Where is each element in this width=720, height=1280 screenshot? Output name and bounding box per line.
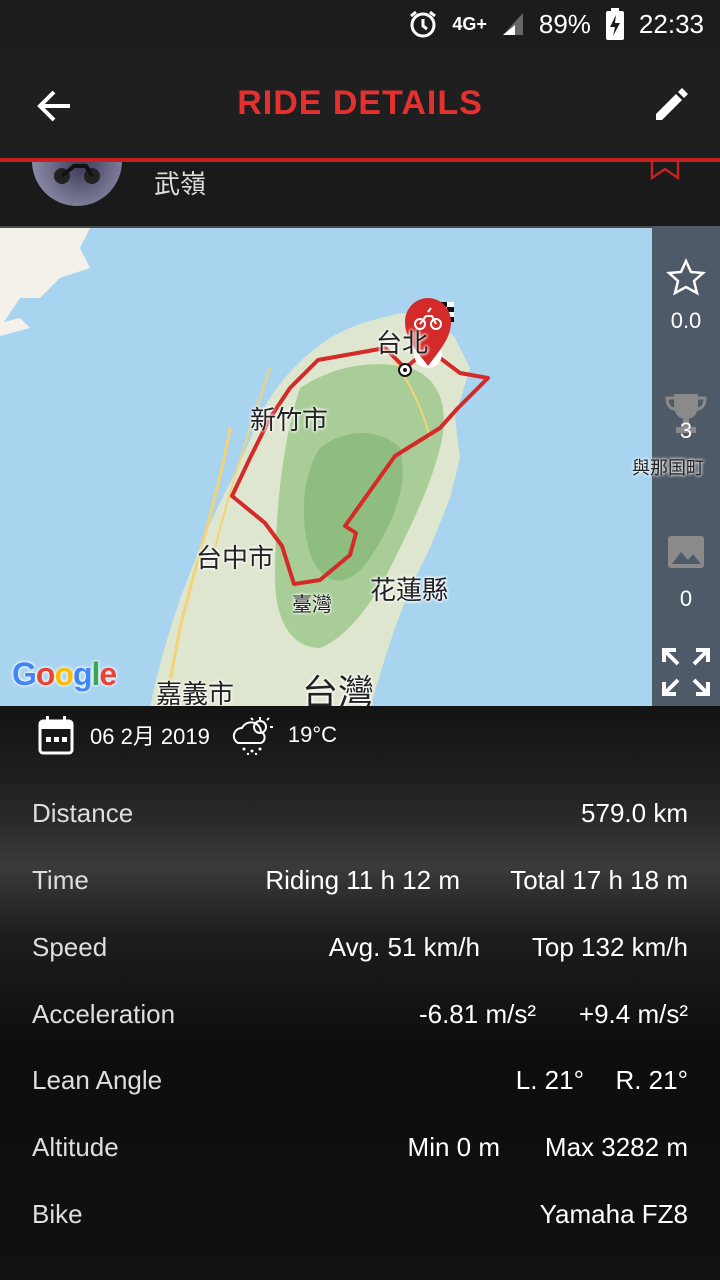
date-weather-row: 06 2月 2019 19°C	[0, 706, 720, 764]
distance-label: Distance	[32, 798, 134, 828]
motorcycle-icon	[54, 164, 100, 184]
lean-right: R. 21°	[615, 1065, 688, 1095]
bike-label: Bike	[32, 1199, 83, 1229]
acceleration-label: Acceleration	[32, 999, 176, 1029]
route-map[interactable]: 台北 新竹市 台中市 臺灣 花蓮縣 嘉義市 台灣 Google	[0, 226, 652, 708]
lean-angle-row: Lean Angle L. 21° R. 21°	[0, 1045, 720, 1111]
top-speed: Top 132 km/h	[531, 932, 688, 962]
star-icon	[665, 257, 707, 296]
bike-row: Bike Yamaha FZ8	[0, 1179, 720, 1245]
map-label-hsinchu: 新竹市	[250, 405, 329, 435]
map-canvas	[0, 228, 490, 708]
ride-date: 06 2月 2019	[90, 724, 210, 749]
network-type: 4G+	[452, 13, 487, 34]
avg-speed: Avg. 51 km/h	[328, 932, 480, 962]
battery-charging-icon	[605, 8, 625, 40]
avatar[interactable]	[32, 162, 122, 206]
acceleration-min: -6.81 m/s²	[418, 999, 536, 1029]
edit-button[interactable]	[650, 82, 694, 126]
map-label-chiayi: 嘉義市	[156, 679, 235, 708]
clock: 22:33	[638, 8, 704, 39]
signal-icon	[501, 11, 525, 37]
trophy-button[interactable]: 3	[652, 390, 720, 444]
map-label-hualien: 花蓮縣	[370, 575, 449, 605]
rating-button[interactable]: 0.0	[652, 257, 720, 334]
distance-value: 579.0 km	[581, 798, 688, 828]
image-icon	[668, 536, 704, 568]
back-button[interactable]	[34, 84, 78, 128]
time-label: Time	[32, 865, 89, 895]
weather-icon	[232, 717, 273, 755]
map-label-taiwan: 台灣	[302, 672, 375, 708]
altitude-min: Min 0 m	[407, 1132, 500, 1162]
total-time: Total 17 h 18 m	[510, 865, 688, 895]
arrow-left-icon	[37, 90, 70, 122]
photos-count: 0	[679, 586, 693, 611]
map-label-taiwan-small: 臺灣	[292, 594, 332, 616]
pencil-icon	[656, 88, 688, 120]
acceleration-row: Acceleration -6.81 m/s² +9.4 m/s²	[0, 979, 720, 1045]
ride-details: 06 2月 2019 19°C Distance 579.0 km Time R…	[0, 706, 720, 1280]
map-label-taichung: 台中市	[196, 543, 275, 573]
bookmark-icon[interactable]	[650, 162, 680, 180]
page-title: RIDE DETAILS	[237, 83, 483, 122]
speed-row: Speed Avg. 51 km/h Top 132 km/h	[0, 912, 720, 978]
fullscreen-icon[interactable]	[660, 646, 712, 698]
google-logo: Google	[12, 656, 117, 692]
map-edge-label: 與那国町	[632, 458, 704, 478]
lean-angle-label: Lean Angle	[32, 1065, 163, 1095]
speed-label: Speed	[32, 932, 108, 962]
alarm-icon	[408, 9, 438, 39]
acceleration-max: +9.4 m/s²	[578, 999, 688, 1029]
rating-value: 0.0	[670, 308, 702, 333]
battery-percent: 89%	[538, 8, 591, 39]
distance-row: Distance 579.0 km	[0, 778, 720, 844]
temperature: 19°C	[287, 722, 338, 747]
calendar-icon	[38, 716, 74, 755]
rider-profile: 武嶺	[0, 162, 720, 226]
bike-value: Yamaha FZ8	[539, 1199, 688, 1229]
time-row: Time Riding 11 h 12 m Total 17 h 18 m	[0, 845, 720, 911]
altitude-max: Max 3282 m	[544, 1132, 688, 1162]
route-name: 武嶺	[154, 169, 207, 199]
map-label-taipei: 台北	[376, 328, 429, 358]
altitude-row: Altitude Min 0 m Max 3282 m	[0, 1112, 720, 1178]
altitude-label: Altitude	[32, 1132, 119, 1162]
ride-side-panel: 0.0 3 與那国町 0	[632, 226, 720, 706]
lean-left: L. 21°	[515, 1065, 584, 1095]
photos-button[interactable]: 0	[652, 532, 720, 612]
riding-time: Riding 11 h 12 m	[265, 865, 460, 895]
trophy-count: 3	[679, 418, 693, 443]
app-bar: RIDE DETAILS	[0, 48, 720, 158]
status-bar: 4G+ 89% 22:33	[0, 0, 720, 48]
